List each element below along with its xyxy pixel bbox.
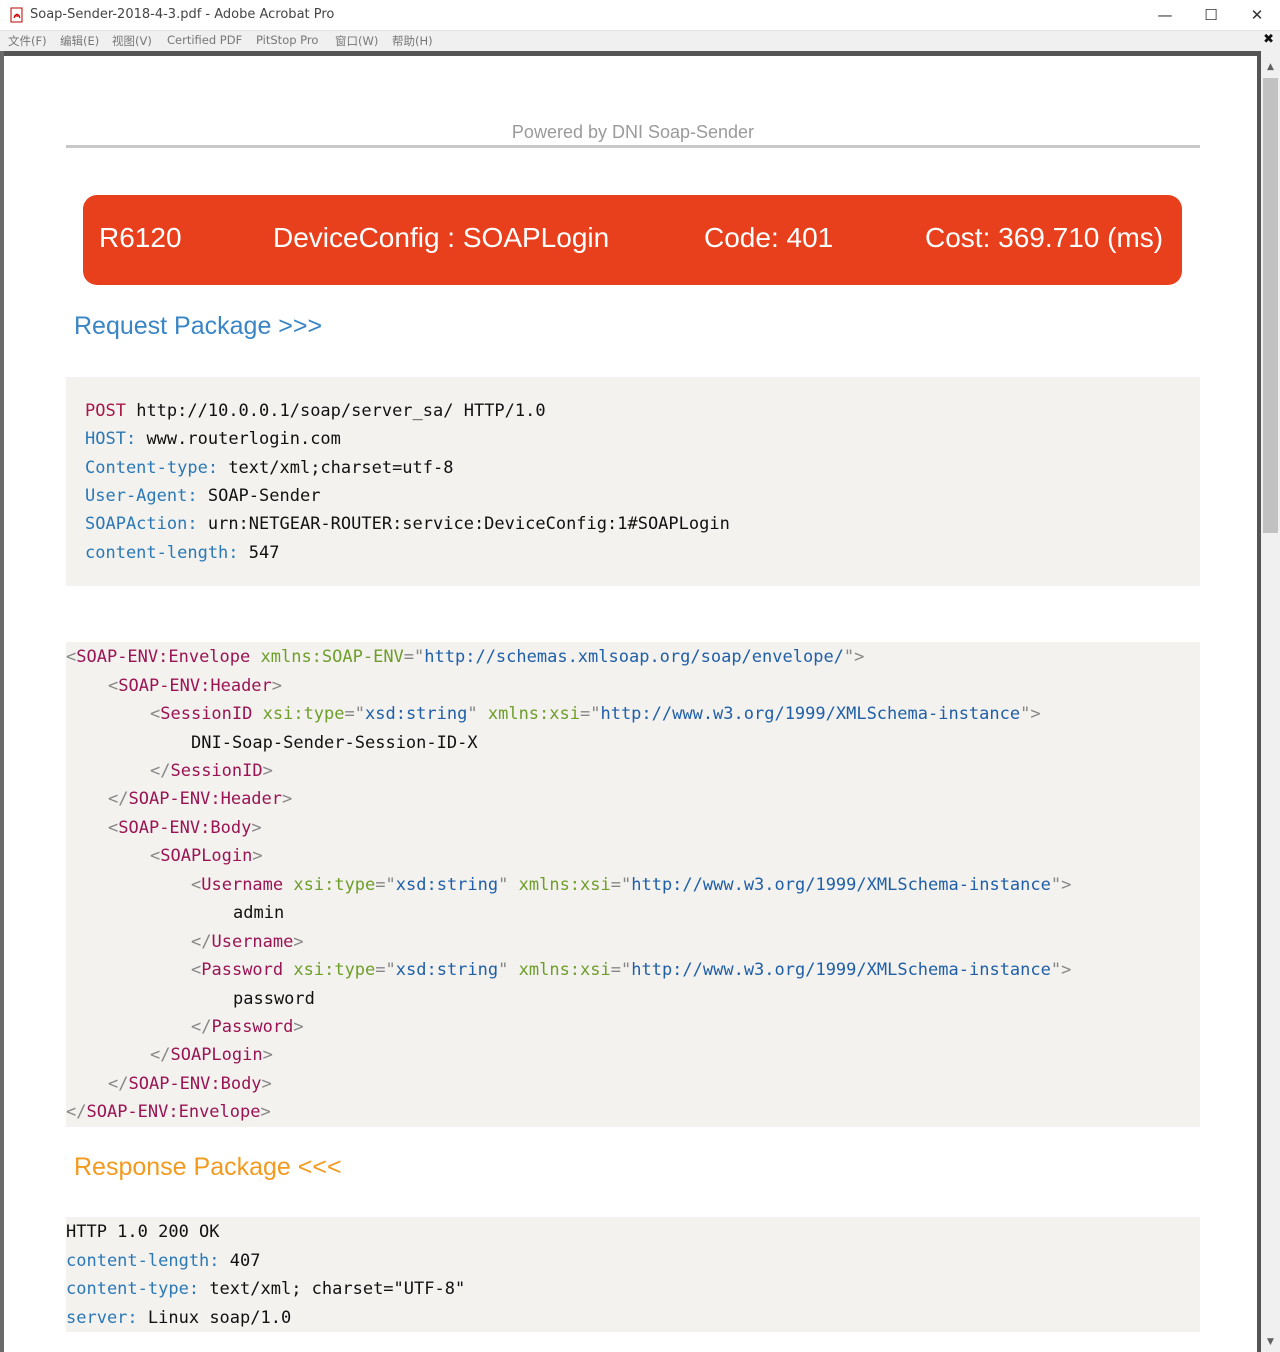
request-headers-block: POST http://10.0.0.1/soap/server_sa/ HTT… [66, 377, 1200, 586]
response-cost: Cost: 369.710 (ms) [925, 222, 1164, 253]
xml-line: <SOAP-ENV:Body> [108, 818, 262, 838]
xml-line: <SOAPLogin> [150, 846, 263, 866]
divider [66, 145, 1200, 148]
header-line: server: Linux soap/1.0 [66, 1308, 291, 1328]
menu-file[interactable]: 文件(F) [8, 33, 47, 49]
xml-line: </SOAPLogin> [150, 1045, 273, 1065]
close-button[interactable]: ✕ [1234, 0, 1280, 31]
password-value: password [233, 989, 315, 1009]
xml-line: <Username xsi:type="xsd:string" xmlns:xs… [191, 875, 1072, 895]
header-name: content-length: [66, 1251, 220, 1271]
header-line: content-length: 407 [66, 1251, 261, 1271]
maximize-button[interactable]: ☐ [1188, 0, 1234, 31]
request-url: http://10.0.0.1/soap/server_sa/ HTTP/1.0 [136, 401, 546, 421]
request-heading: Request Package >>> [74, 312, 323, 340]
xml-line: </SOAP-ENV:Body> [108, 1074, 272, 1094]
menu-pitstop-pro[interactable]: PitStop Pro [256, 33, 318, 47]
header-value: text/xml;charset=utf-8 [228, 458, 454, 478]
scroll-thumb[interactable] [1263, 78, 1278, 533]
header-name: Content-type: [85, 458, 219, 478]
scroll-up-icon[interactable]: ▲ [1261, 59, 1280, 76]
header-line: HOST: www.routerlogin.com [85, 429, 341, 449]
response-status-line: HTTP 1.0 200 OK [66, 1222, 220, 1242]
header-line: content-length: 547 [85, 543, 280, 563]
status-banner: R6120 DeviceConfig : SOAPLogin Code: 401… [83, 195, 1182, 285]
header-value: urn:NETGEAR-ROUTER:service:DeviceConfig:… [207, 514, 730, 534]
xml-line: </SessionID> [150, 761, 273, 781]
scroll-down-icon[interactable]: ▼ [1261, 1334, 1280, 1351]
xml-line: </SOAP-ENV:Header> [108, 789, 293, 809]
menu-window[interactable]: 窗口(W) [335, 33, 378, 49]
title-bar: Soap-Sender-2018-4-3.pdf - Adobe Acrobat… [0, 0, 1280, 31]
header-value: 547 [248, 543, 280, 563]
menu-view[interactable]: 视图(V) [112, 33, 152, 49]
header-name: User-Agent: [85, 486, 198, 506]
xml-line: <SOAP-ENV:Header> [108, 676, 283, 696]
header-line: content-type: text/xml; charset="UTF-8" [66, 1279, 465, 1299]
menu-bar: 文件(F) 编辑(E) 视图(V) Certified PDF PitStop … [0, 31, 1280, 51]
response-headers-block: HTTP 1.0 200 OK content-length: 407 cont… [66, 1217, 1200, 1332]
request-xml-block: <SOAP-ENV:Envelope xmlns:SOAP-ENV="http:… [66, 642, 1200, 1127]
xml-line: <SessionID xsi:type="xsd:string" xmlns:x… [150, 704, 1041, 724]
header-value: 407 [229, 1251, 261, 1271]
response-code: Code: 401 [704, 222, 834, 253]
header-name: HOST: [85, 429, 137, 449]
xml-line: </Password> [191, 1017, 304, 1037]
username-value: admin [233, 903, 285, 923]
header-name: content-length: [85, 543, 239, 563]
minimize-button[interactable]: — [1142, 0, 1188, 31]
response-heading: Response Package <<< [74, 1153, 342, 1181]
header-value: Linux soap/1.0 [147, 1308, 292, 1328]
window-title: Soap-Sender-2018-4-3.pdf - Adobe Acrobat… [30, 7, 335, 22]
menu-edit[interactable]: 编辑(E) [60, 33, 99, 49]
document-viewport: Powered by DNI Soap-Sender R6120 DeviceC… [0, 51, 1280, 1352]
soap-action-name: DeviceConfig : SOAPLogin [273, 222, 610, 253]
header-value: SOAP-Sender [207, 486, 321, 506]
pdf-page: Powered by DNI Soap-Sender R6120 DeviceC… [4, 56, 1257, 1352]
header-value: text/xml; charset="UTF-8" [209, 1279, 466, 1299]
device-model: R6120 [99, 222, 182, 253]
pdf-file-icon [10, 7, 23, 23]
xml-line: <SOAP-ENV:Envelope xmlns:SOAP-ENV="http:… [66, 647, 865, 667]
header-name: SOAPAction: [85, 514, 198, 534]
header-value: www.routerlogin.com [146, 429, 341, 449]
powered-by-text: Powered by DNI Soap-Sender [511, 122, 755, 142]
http-method: POST [85, 401, 126, 421]
header-line: Content-type: text/xml;charset=utf-8 [85, 458, 453, 478]
menu-certified-pdf[interactable]: Certified PDF [167, 33, 242, 47]
menu-help[interactable]: 帮助(H) [392, 33, 433, 49]
xml-line: </SOAP-ENV:Envelope> [66, 1102, 271, 1122]
header-line: SOAPAction: urn:NETGEAR-ROUTER:service:D… [85, 514, 730, 534]
xml-line: <Password xsi:type="xsd:string" xmlns:xs… [191, 960, 1072, 980]
session-id-value: DNI-Soap-Sender-Session-ID-X [191, 733, 478, 753]
close-document-icon[interactable]: ✖ [1263, 32, 1274, 47]
header-name: server: [66, 1308, 138, 1328]
vertical-scrollbar[interactable]: ▲ ▼ [1261, 51, 1280, 1352]
header-line: User-Agent: SOAP-Sender [85, 486, 320, 506]
header-name: content-type: [66, 1279, 200, 1299]
xml-line: </Username> [191, 932, 304, 952]
request-line: POST http://10.0.0.1/soap/server_sa/ HTT… [85, 401, 546, 421]
